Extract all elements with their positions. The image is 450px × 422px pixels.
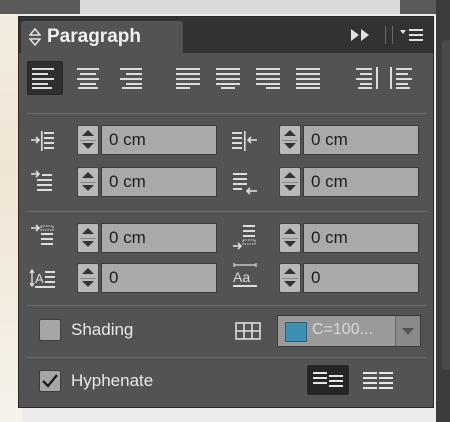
justify-center-button[interactable] [211,61,247,95]
first-line-indent-icon [31,170,52,191]
first-line-indent-field[interactable]: 0 cm [101,167,217,197]
justify-right-icon [256,68,280,89]
left-indent-icon [31,131,54,151]
do-not-align-to-baseline-grid-button[interactable] [307,365,349,395]
shading-color-swatch [285,322,307,342]
stepper-up-icon[interactable] [78,126,98,140]
stepper-down-icon[interactable] [78,182,98,196]
first-line-indent-stepper[interactable] [77,167,99,197]
chevron-down-icon [402,328,414,335]
stepper-down-icon[interactable] [78,238,98,252]
shading-checkbox[interactable] [39,319,61,341]
section-divider [27,113,427,114]
last-line-right-indent-field[interactable]: 0 cm [303,167,419,197]
svg-text:Aa: Aa [233,269,250,285]
last-line-right-indent-icon [233,173,257,195]
align-center-icon [77,68,99,89]
hyphenate-label: Hyphenate [71,371,154,390]
align-towards-spine-icon [356,67,378,89]
shading-settings-grid-icon[interactable] [235,322,261,340]
paragraph-panel: Paragraph 0 cm 0 cm 0 cm 0 cm 0 cm 0 cm … [18,16,434,408]
shading-color-value: C=100... [312,321,373,338]
drop-cap-characters-field[interactable]: 0 [303,263,419,293]
align-left-icon [32,68,54,89]
stepper-up-icon[interactable] [78,168,98,182]
justify-left-button[interactable] [171,61,207,95]
stepper-up-icon[interactable] [78,224,98,238]
align-left-button[interactable] [27,61,63,95]
shading-color-select[interactable]: C=100... [277,315,421,347]
justify-all-button[interactable] [291,61,327,95]
align-towards-spine-button[interactable] [349,61,385,95]
fast-forward-icon[interactable] [349,27,373,43]
align-right-icon [120,68,142,89]
align-away-from-spine-icon [390,67,412,89]
space-after-field[interactable]: 0 cm [303,223,419,253]
drop-cap-characters-stepper[interactable] [279,263,301,293]
align-away-from-spine-button[interactable] [385,61,421,95]
align-to-baseline-grid-button[interactable] [357,365,399,395]
up-down-arrows-icon[interactable] [29,28,41,46]
background-top-bar [0,0,450,14]
hyphenate-checkbox[interactable] [39,370,61,392]
space-before-stepper[interactable] [77,223,99,253]
left-indent-field[interactable]: 0 cm [101,125,217,155]
space-after-icon [233,225,256,250]
drop-cap-characters-icon: Aa [233,263,257,287]
stepper-down-icon[interactable] [280,238,300,252]
align-right-button[interactable] [113,61,149,95]
titlebar-separator [385,26,393,44]
stepper-up-icon[interactable] [280,126,300,140]
right-indent-icon [232,131,257,151]
panel-tab[interactable]: Paragraph [21,21,183,53]
space-before-field[interactable]: 0 cm [101,223,217,253]
stepper-down-icon[interactable] [78,140,98,154]
baseline-off-icon [313,372,343,387]
align-center-button[interactable] [71,61,107,95]
space-before-icon [31,224,54,245]
drop-cap-lines-stepper[interactable] [77,263,99,293]
right-indent-field[interactable]: 0 cm [303,125,419,155]
shading-color-dropdown[interactable] [395,316,420,346]
last-line-right-indent-stepper[interactable] [279,167,301,197]
justify-left-icon [176,68,200,89]
justify-all-icon [296,68,320,89]
stepper-up-icon[interactable] [280,168,300,182]
left-indent-stepper[interactable] [77,125,99,155]
stepper-up-icon[interactable] [78,264,98,278]
drop-cap-lines-field[interactable]: 0 [101,263,217,293]
stepper-down-icon[interactable] [280,182,300,196]
space-after-stepper[interactable] [279,223,301,253]
drop-cap-lines-icon: A [29,268,55,288]
section-divider [27,357,427,358]
stepper-up-icon[interactable] [280,224,300,238]
section-divider [27,305,427,306]
stepper-up-icon[interactable] [280,264,300,278]
section-divider [27,211,427,212]
stepper-down-icon[interactable] [280,278,300,292]
stepper-down-icon[interactable] [280,140,300,154]
stepper-down-icon[interactable] [78,278,98,292]
svg-text:A: A [35,271,44,286]
justify-right-button[interactable] [251,61,287,95]
right-indent-stepper[interactable] [279,125,301,155]
justify-center-icon [216,68,240,89]
panel-menu-icon[interactable] [399,26,425,44]
checkmark-icon [42,374,58,388]
baseline-on-icon [363,372,393,389]
shading-label: Shading [71,320,134,339]
panel-title: Paragraph [47,26,141,47]
background-scrollbar[interactable] [436,0,450,422]
panel-titlebar: Paragraph [19,17,433,53]
